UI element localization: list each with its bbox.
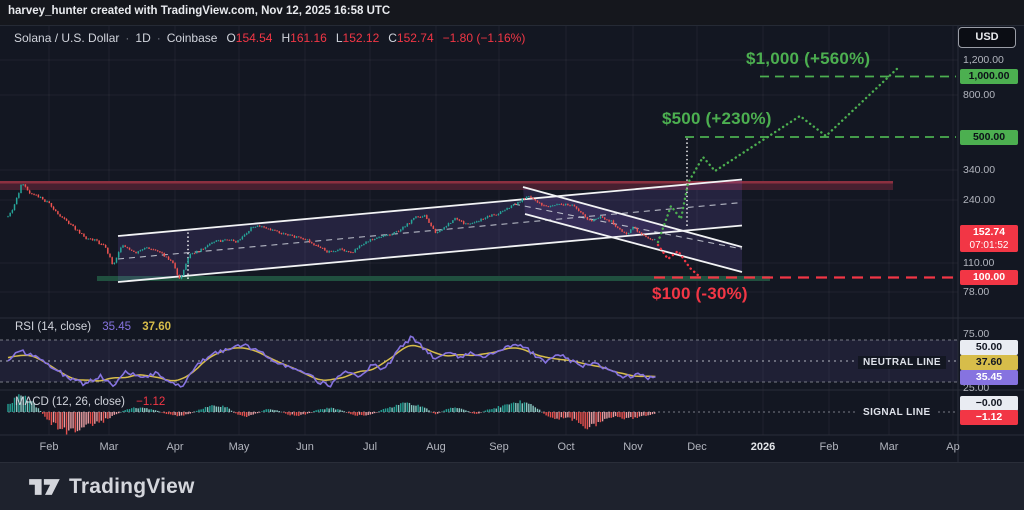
price-level-badge: 152.7407:01:52	[960, 225, 1018, 252]
rsi-name: RSI (14, close)	[15, 321, 91, 333]
tradingview-chart-window: harvey_hunter created with TradingView.c…	[0, 0, 1024, 510]
time-axis-label: Feb	[820, 441, 839, 453]
exchange-label: Coinbase	[167, 31, 218, 45]
attribution-text: harvey_hunter created with TradingView.c…	[8, 5, 390, 17]
time-axis-label: Aug	[426, 441, 446, 453]
rsi-tick: 75.00	[963, 328, 989, 340]
attribution-bar: harvey_hunter created with TradingView.c…	[0, 0, 1024, 26]
time-axis-label: Mar	[100, 441, 119, 453]
price-tick: 1,200.00	[963, 54, 1004, 66]
price-level-badge: 1,000.00	[960, 69, 1018, 84]
symbol-title[interactable]: Solana / U.S. Dollar	[14, 31, 119, 45]
macd-indicator-label[interactable]: MACD (12, 26, close) −1.12	[15, 396, 165, 408]
symbol-status-line[interactable]: Solana / U.S. Dollar · 1D · Coinbase O154.54 H…	[14, 31, 525, 45]
time-axis-label: Oct	[557, 441, 574, 453]
ohlc-value: 154.54	[236, 31, 273, 45]
ohlc-key: C	[388, 31, 397, 45]
time-axis-label: Nov	[623, 441, 643, 453]
time-axis-label: Jun	[296, 441, 314, 453]
macd-name: MACD (12, 26, close)	[15, 396, 125, 408]
ohlc-values: O154.54 H161.16 L152.12 C152.74	[217, 31, 433, 45]
time-axis-label: Ap	[946, 441, 959, 453]
price-tick: 240.00	[963, 194, 995, 206]
ohlc-key: L	[336, 31, 343, 45]
time-axis-label: May	[229, 441, 250, 453]
footer-bar: TradingView	[0, 462, 1024, 510]
time-axis-label: Apr	[166, 441, 183, 453]
currency-toggle-button[interactable]: USD	[958, 27, 1016, 48]
rsi-ma-value: 37.60	[142, 321, 171, 333]
price-tick: 78.00	[963, 286, 989, 298]
separator-dot: ·	[125, 31, 129, 45]
time-axis-label: Sep	[489, 441, 509, 453]
tradingview-logo-text[interactable]: TradingView	[69, 475, 195, 499]
ohlc-key: H	[281, 31, 290, 45]
countdown-timer: 07:01:52	[960, 240, 1018, 251]
price-tick: 340.00	[963, 164, 995, 176]
change-value: −1.80 (−1.16%)	[443, 31, 526, 45]
rsi-value-badge: 35.45	[960, 370, 1018, 385]
downside-100-label[interactable]: $100 (-30%)	[652, 284, 748, 304]
rsi-value-badge: 37.60	[960, 355, 1018, 370]
interval-label[interactable]: 1D	[135, 31, 150, 45]
target-500-label[interactable]: $500 (+230%)	[662, 109, 772, 129]
time-axis-label: Feb	[40, 441, 59, 453]
signal-line-tag: SIGNAL LINE	[858, 406, 936, 419]
rsi-value: 35.45	[102, 321, 131, 333]
target-1000-label[interactable]: $1,000 (+560%)	[746, 49, 870, 69]
ohlc-key: O	[226, 31, 235, 45]
price-level-badge: 500.00	[960, 130, 1018, 145]
time-axis-label: 2026	[751, 441, 775, 453]
macd-value-badge: −1.12	[960, 410, 1018, 425]
neutral-line-tag: NEUTRAL LINE	[858, 356, 946, 369]
price-chart-canvas[interactable]	[0, 0, 1024, 510]
time-axis-label: Mar	[880, 441, 899, 453]
ohlc-value: 152.12	[343, 31, 380, 45]
macd-value-badge: −0.00	[960, 396, 1018, 411]
separator-dot: ·	[157, 31, 161, 45]
rsi-value-badge: 50.00	[960, 340, 1018, 355]
ohlc-value: 161.16	[290, 31, 327, 45]
price-tick: 800.00	[963, 89, 995, 101]
ohlc-value: 152.74	[397, 31, 434, 45]
rsi-indicator-label[interactable]: RSI (14, close) 35.45 37.60	[15, 321, 171, 333]
tradingview-logo-icon[interactable]	[28, 475, 62, 499]
macd-value: −1.12	[136, 396, 165, 408]
time-axis-label: Dec	[687, 441, 707, 453]
price-level-badge: 100.00	[960, 270, 1018, 285]
price-tick: 110.00	[963, 257, 994, 269]
time-axis-label: Jul	[363, 441, 377, 453]
